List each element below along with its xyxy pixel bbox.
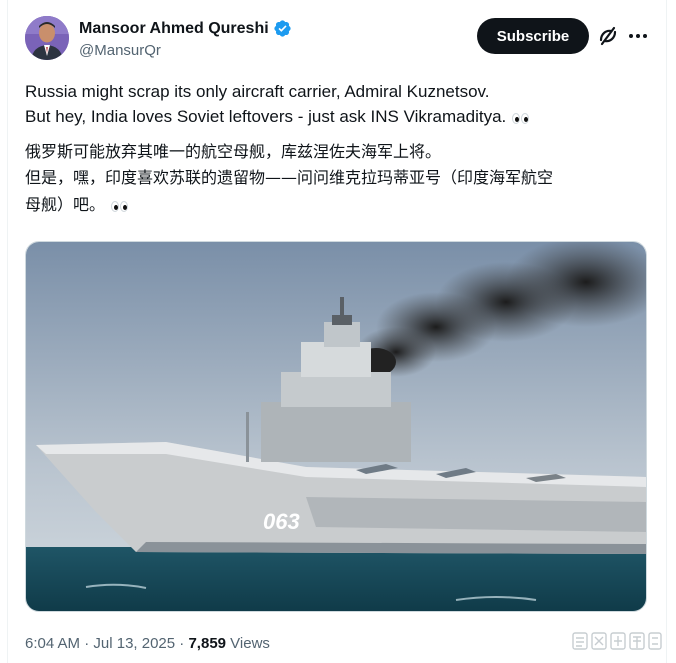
- grok-icon[interactable]: [597, 25, 619, 47]
- card-border-right: [666, 0, 667, 663]
- meta-separator: ·: [175, 635, 189, 652]
- more-icon[interactable]: [626, 25, 650, 47]
- author-name-row[interactable]: Mansoor Ahmed Qureshi: [79, 19, 292, 38]
- post-text-line-with-emoji: But hey, India loves Soviet leftovers - …: [25, 104, 530, 130]
- post-date[interactable]: Jul 13, 2025: [93, 635, 175, 652]
- post-text-line-translated: 母舰）吧。: [25, 195, 106, 214]
- post-text-line-with-emoji: 母舰）吧。: [25, 192, 129, 218]
- meta-separator: ·: [80, 635, 94, 652]
- author-name[interactable]: Mansoor Ahmed Qureshi: [79, 20, 269, 38]
- post-time[interactable]: 6:04 AM: [25, 635, 80, 652]
- hull-number: 063: [263, 509, 300, 534]
- views-count: 7,859: [188, 635, 227, 652]
- watermark-logo: [571, 628, 663, 654]
- subscribe-button[interactable]: Subscribe: [477, 18, 589, 54]
- post-text-line-translated: 俄罗斯可能放弃其唯一的航空母舰，库兹涅佐夫海军上将。: [25, 142, 442, 161]
- more-dot: [629, 34, 633, 38]
- verified-badge-icon: [273, 19, 292, 38]
- more-dot: [643, 34, 647, 38]
- views-label: Views: [226, 635, 270, 652]
- author-handle[interactable]: @MansurQr: [79, 42, 161, 59]
- tweet-card: Mansoor Ahmed Qureshi @MansurQr Subscrib…: [0, 0, 676, 663]
- post-text-line-translated: 但是，嘿，印度喜欢苏联的遗留物——问问维克拉玛蒂亚号（印度海军航空: [25, 168, 554, 187]
- avatar[interactable]: [25, 16, 69, 60]
- eyes-emoji-icon: [512, 105, 530, 130]
- eyes-emoji-icon: [111, 193, 129, 218]
- more-dot: [636, 34, 640, 38]
- post-image[interactable]: 063: [25, 241, 647, 612]
- card-border-left: [7, 0, 8, 663]
- post-text-line: But hey, India loves Soviet leftovers - …: [25, 107, 507, 126]
- post-meta: 6:04 AM · Jul 13, 2025 · 7,859 Views: [25, 635, 270, 652]
- post-text-line: Russia might scrap its only aircraft car…: [25, 82, 490, 101]
